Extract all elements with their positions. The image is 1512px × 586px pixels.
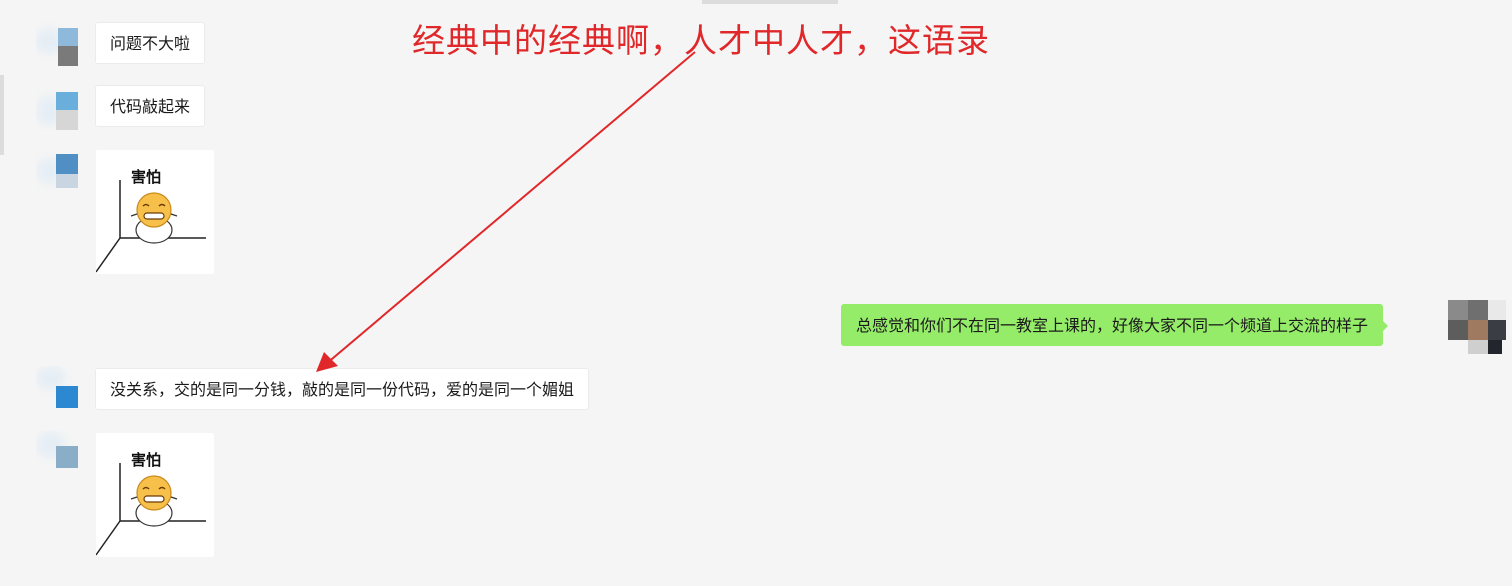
- chat-message-area[interactable]: 问题不大啦 代码敲起来 害怕 总感觉和你们不在同一教室上课的，好像大家不同一个频…: [0, 0, 1512, 586]
- annotation-arrow-icon: [316, 51, 696, 372]
